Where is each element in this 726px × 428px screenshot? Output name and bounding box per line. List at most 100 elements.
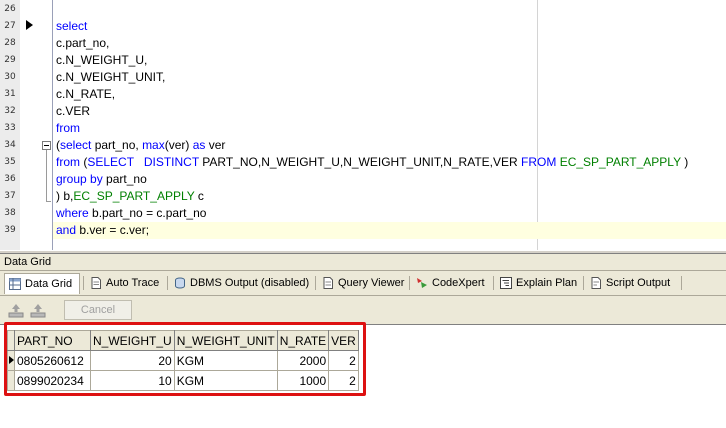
sql-keyword: from [56, 155, 80, 169]
sql-text: c.part_no, [56, 36, 110, 50]
sql-text: part_no [102, 172, 147, 186]
line-number: 26 [4, 4, 16, 14]
code-line[interactable]: 26 [0, 1, 726, 18]
line-number: 34 [4, 140, 16, 150]
code-line[interactable]: 32 c.VER [0, 103, 726, 120]
sql-keyword: from [56, 121, 80, 135]
line-number: 38 [4, 208, 16, 218]
results-tab-bar: Data Grid Auto Trace DBMS Output (disabl… [0, 271, 726, 296]
export-icon[interactable] [8, 302, 24, 318]
sql-text: c.N_RATE, [56, 87, 116, 101]
sql-keyword: DISTINCT [143, 155, 199, 169]
code-text[interactable]: c.part_no, [56, 35, 109, 52]
sql-keyword: group by [56, 172, 103, 186]
tab-separator [493, 276, 494, 290]
code-line[interactable]: 33 from [0, 120, 726, 137]
tab-label: Explain Plan [516, 277, 578, 289]
line-number: 33 [4, 123, 16, 133]
code-line[interactable]: 38 where b.part_no = c.part_no [0, 205, 726, 222]
document-icon [91, 277, 101, 289]
explain-plan-icon [500, 277, 512, 289]
tab-label: DBMS Output (disabled) [190, 277, 310, 289]
line-number: 32 [4, 106, 16, 116]
tab-separator [315, 276, 316, 290]
sql-text: b.part_no = c.part_no [88, 206, 207, 220]
code-line[interactable]: 37 ) b,EC_SP_PART_APPLY c [0, 188, 726, 205]
sql-table-name: EC_SP_PART_APPLY [73, 189, 195, 203]
sql-text: b.ver = c.ver; [76, 223, 150, 237]
sql-text: c.N_WEIGHT_U, [56, 53, 148, 67]
code-line[interactable]: 39 and b.ver = c.ver; [0, 222, 726, 239]
line-number: 27 [4, 21, 16, 31]
tab-separator [167, 276, 168, 290]
code-text[interactable]: where b.part_no = c.part_no [56, 205, 206, 222]
collapse-icon[interactable] [42, 141, 51, 150]
tab-script-output[interactable]: Script Output [586, 273, 678, 294]
sql-keyword: as [192, 138, 206, 152]
code-line[interactable]: 31 c.N_RATE, [0, 86, 726, 103]
code-text[interactable]: from (SELECT DISTINCT PART_NO,N_WEIGHT_U… [56, 154, 688, 171]
execution-pointer-icon [26, 20, 33, 30]
dbms-output-icon [175, 277, 185, 289]
tab-label: Auto Trace [106, 277, 160, 289]
sql-text: part_no, [91, 138, 143, 152]
code-text[interactable]: c.N_WEIGHT_U, [56, 52, 147, 69]
tab-dbms-output[interactable]: DBMS Output (disabled) [170, 273, 312, 294]
sql-text: c.VER [56, 104, 91, 118]
results-panel-title: Data Grid [0, 254, 726, 271]
sql-text: PART_NO,N_WEIGHT_U,N_WEIGHT_UNIT,N_RATE,… [198, 155, 522, 169]
codexpert-icon [417, 278, 427, 288]
code-text[interactable]: c.N_RATE, [56, 86, 115, 103]
import-icon[interactable] [30, 302, 46, 318]
tab-label: Script Output [606, 277, 671, 289]
code-text[interactable]: ) b,EC_SP_PART_APPLY c [56, 188, 204, 205]
tab-auto-trace[interactable]: Auto Trace [86, 273, 164, 294]
sql-keyword: select [60, 138, 92, 152]
cancel-button[interactable]: Cancel [64, 300, 132, 320]
line-number: 37 [4, 191, 16, 201]
grid-icon [9, 278, 21, 290]
tab-explain-plan[interactable]: Explain Plan [496, 273, 580, 294]
sql-keyword: select [56, 19, 88, 33]
code-line[interactable]: 27 select [0, 18, 726, 35]
code-line[interactable]: 34 (select part_no, max(ver) as ver [0, 137, 726, 154]
code-text[interactable]: c.N_WEIGHT_UNIT, [56, 69, 165, 86]
tab-label: Query Viewer [338, 277, 405, 289]
code-line[interactable]: 36 group by part_no [0, 171, 726, 188]
tab-separator [583, 276, 584, 290]
code-line[interactable]: 30 c.N_WEIGHT_UNIT, [0, 69, 726, 86]
result-highlight-box [4, 322, 366, 396]
sql-text: c.N_WEIGHT_UNIT, [56, 70, 166, 84]
sql-text: ) [680, 155, 689, 169]
sql-text: ) b, [56, 189, 74, 203]
code-line[interactable]: 28 c.part_no, [0, 35, 726, 52]
code-line[interactable]: 35 from (SELECT DISTINCT PART_NO,N_WEIGHT… [0, 154, 726, 171]
sql-text: (ver) [164, 138, 193, 152]
tab-codexpert[interactable]: CodeXpert [412, 273, 490, 294]
sql-keyword: SELECT [87, 155, 134, 169]
code-text[interactable]: select [56, 18, 87, 35]
sql-keyword: max [142, 138, 165, 152]
script-output-icon [591, 277, 601, 289]
sql-editor[interactable]: 26 27 select 28 c.part_no, 29 c.N_WEIGHT_U, 30 c… [0, 0, 726, 250]
tab-query-viewer[interactable]: Query Viewer [318, 273, 406, 294]
tab-label: Data Grid [25, 278, 73, 290]
line-number: 28 [4, 38, 16, 48]
tab-separator [681, 276, 682, 290]
tab-label: CodeXpert [432, 277, 485, 289]
code-text[interactable]: (select part_no, max(ver) as ver [56, 137, 225, 154]
code-text[interactable]: group by part_no [56, 171, 147, 188]
line-number: 39 [4, 225, 16, 235]
code-text[interactable]: from [56, 120, 80, 137]
tab-data-grid[interactable]: Data Grid [4, 273, 80, 294]
fold-guide [46, 150, 47, 202]
code-text[interactable]: c.VER [56, 103, 90, 120]
line-number: 36 [4, 174, 16, 184]
tab-separator [409, 276, 410, 290]
sql-text: c [194, 189, 204, 203]
code-line[interactable]: 29 c.N_WEIGHT_U, [0, 52, 726, 69]
line-number: 35 [4, 157, 16, 167]
line-number: 31 [4, 89, 16, 99]
code-text[interactable]: and b.ver = c.ver; [56, 222, 149, 239]
sql-table-name: EC_SP_PART_APPLY [559, 155, 681, 169]
